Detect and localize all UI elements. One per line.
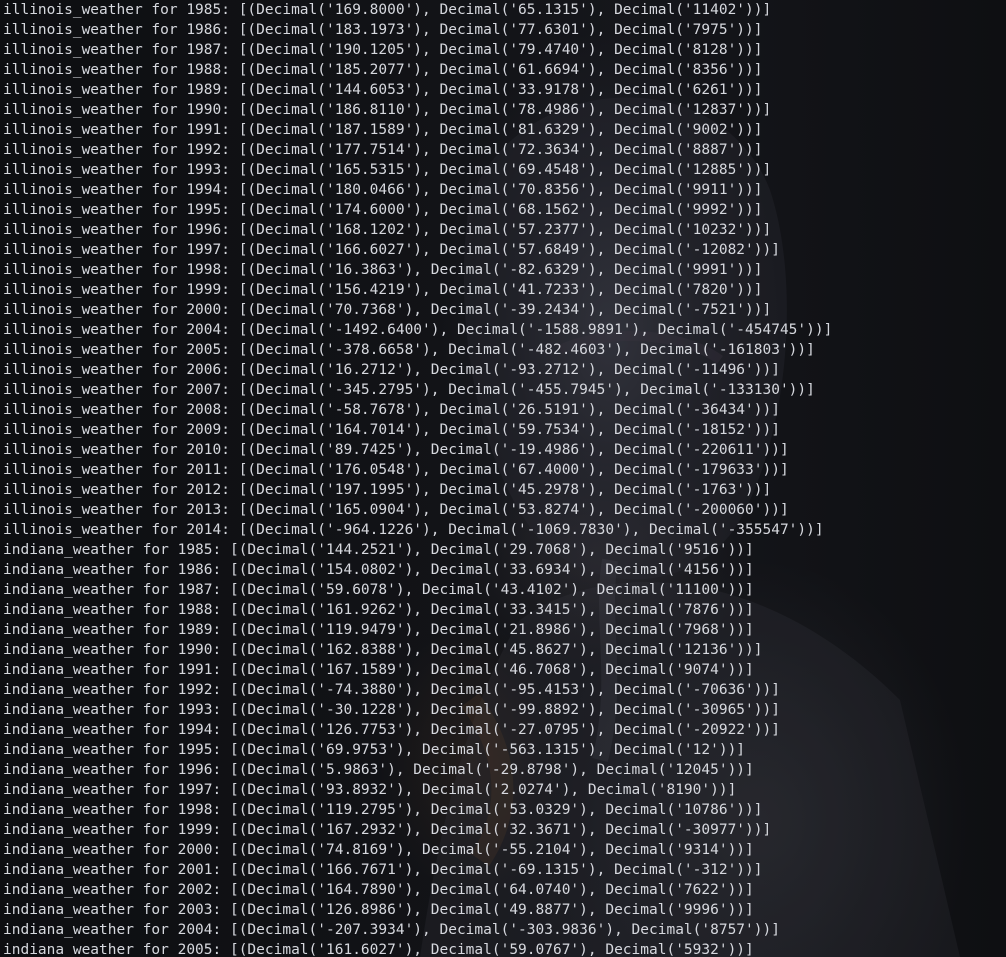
output-line: indiana_weather for 1994: [(Decimal('126… <box>3 722 780 738</box>
output-line: illinois_weather for 2006: [(Decimal('16… <box>3 362 780 378</box>
output-line: illinois_weather for 1990: [(Decimal('18… <box>3 102 772 118</box>
output-line: indiana_weather for 1996: [(Decimal('5.9… <box>3 762 754 778</box>
output-line: indiana_weather for 1985: [(Decimal('144… <box>3 542 754 558</box>
output-line: illinois_weather for 1989: [(Decimal('14… <box>3 82 763 98</box>
output-line: illinois_weather for 2008: [(Decimal('-5… <box>3 402 780 418</box>
output-line: illinois_weather for 2012: [(Decimal('19… <box>3 482 772 498</box>
output-line: illinois_weather for 1993: [(Decimal('16… <box>3 162 772 178</box>
output-line: illinois_weather for 1992: [(Decimal('17… <box>3 142 763 158</box>
output-line: illinois_weather for 2014: [(Decimal('-9… <box>3 522 824 538</box>
output-line: illinois_weather for 2000: [(Decimal('70… <box>3 302 772 318</box>
output-line: illinois_weather for 1988: [(Decimal('18… <box>3 62 763 78</box>
output-line: indiana_weather for 1999: [(Decimal('167… <box>3 822 772 838</box>
output-line: indiana_weather for 2004: [(Decimal('-20… <box>3 922 780 938</box>
output-line: indiana_weather for 2002: [(Decimal('164… <box>3 882 754 898</box>
output-line: illinois_weather for 1999: [(Decimal('15… <box>3 282 763 298</box>
output-line: indiana_weather for 1992: [(Decimal('-74… <box>3 682 780 698</box>
output-line: illinois_weather for 2009: [(Decimal('16… <box>3 422 780 438</box>
output-line: indiana_weather for 2000: [(Decimal('74.… <box>3 842 754 858</box>
output-line: indiana_weather for 1990: [(Decimal('162… <box>3 642 763 658</box>
output-line: indiana_weather for 1997: [(Decimal('93.… <box>3 782 737 798</box>
output-line: indiana_weather for 1988: [(Decimal('161… <box>3 602 754 618</box>
output-line: illinois_weather for 2005: [(Decimal('-3… <box>3 342 815 358</box>
output-line: indiana_weather for 1989: [(Decimal('119… <box>3 622 754 638</box>
output-line: illinois_weather for 2007: [(Decimal('-3… <box>3 382 815 398</box>
output-line: indiana_weather for 2003: [(Decimal('126… <box>3 902 754 918</box>
terminal-window[interactable]: illinois_weather for 1985: [(Decimal('16… <box>0 0 1006 957</box>
output-line: indiana_weather for 1993: [(Decimal('-30… <box>3 702 780 718</box>
output-line: illinois_weather for 2010: [(Decimal('89… <box>3 442 789 458</box>
output-line: illinois_weather for 1985: [(Decimal('16… <box>3 2 772 18</box>
output-line: indiana_weather for 2001: [(Decimal('166… <box>3 862 763 878</box>
output-line: illinois_weather for 2013: [(Decimal('16… <box>3 502 789 518</box>
output-line: illinois_weather for 1998: [(Decimal('16… <box>3 262 763 278</box>
output-line: illinois_weather for 2011: [(Decimal('17… <box>3 462 789 478</box>
output-line: indiana_weather for 2005: [(Decimal('161… <box>3 942 754 957</box>
output-line: illinois_weather for 1995: [(Decimal('17… <box>3 202 763 218</box>
terminal-output[interactable]: illinois_weather for 1985: [(Decimal('16… <box>3 0 832 957</box>
output-line: illinois_weather for 1996: [(Decimal('16… <box>3 222 772 238</box>
output-line: indiana_weather for 1987: [(Decimal('59.… <box>3 582 754 598</box>
output-line: indiana_weather for 1998: [(Decimal('119… <box>3 802 763 818</box>
output-line: indiana_weather for 1986: [(Decimal('154… <box>3 562 754 578</box>
output-line: indiana_weather for 1995: [(Decimal('69.… <box>3 742 746 758</box>
output-line: illinois_weather for 1991: [(Decimal('18… <box>3 122 763 138</box>
output-line: illinois_weather for 1994: [(Decimal('18… <box>3 182 763 198</box>
output-line: illinois_weather for 1987: [(Decimal('19… <box>3 42 763 58</box>
output-line: illinois_weather for 1997: [(Decimal('16… <box>3 242 780 258</box>
output-line: illinois_weather for 1986: [(Decimal('18… <box>3 22 763 38</box>
output-line: illinois_weather for 2004: [(Decimal('-1… <box>3 322 833 338</box>
output-line: indiana_weather for 1991: [(Decimal('167… <box>3 662 754 678</box>
